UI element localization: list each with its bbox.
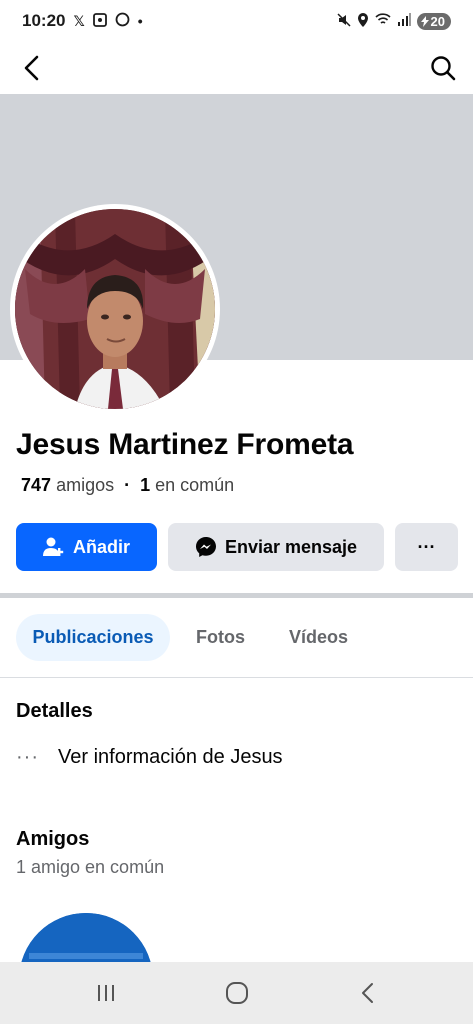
tab-fotos[interactable]: Fotos: [196, 614, 245, 661]
profile-photo: [15, 209, 215, 409]
charging-icon: [420, 15, 429, 27]
friends-subtitle: 1 amigo en común: [16, 857, 165, 877]
add-friend-label: Añadir: [72, 536, 130, 557]
status-left: 10:20 𝕏 •: [22, 11, 143, 31]
recent-apps-button[interactable]: [76, 973, 136, 1013]
section-divider: [0, 593, 473, 598]
system-back-icon: [361, 983, 373, 1003]
mute-icon: [337, 12, 351, 30]
see-info-label: Ver información de Jesus: [58, 746, 283, 768]
system-back-button[interactable]: [338, 973, 398, 1013]
friends-label: amigos: [56, 475, 115, 495]
x-app-icon: 𝕏: [73, 12, 85, 29]
search-icon: [431, 56, 456, 81]
whatsapp-icon: [115, 12, 130, 30]
separator-dot: ·: [124, 475, 131, 495]
status-time: 10:20: [22, 11, 66, 30]
details-title: Detalles: [16, 700, 93, 722]
search-button[interactable]: [425, 50, 461, 86]
tabs-divider: [0, 677, 473, 678]
friends-link[interactable]: 747 amigos: [21, 475, 114, 496]
more-options-icon: ···: [417, 536, 436, 557]
status-bar: 10:20 𝕏 • 20: [0, 0, 473, 42]
battery-level: 20: [430, 13, 445, 29]
add-friend-icon: [42, 537, 64, 556]
signal-icon: [397, 13, 411, 29]
friends-count: 747: [21, 475, 52, 495]
mutual-friends-link[interactable]: 1 en común: [140, 475, 234, 496]
messenger-icon: [195, 537, 216, 557]
recent-apps-icon: [97, 985, 114, 1001]
location-icon: [357, 12, 369, 30]
add-friend-button[interactable]: Añadir: [16, 523, 157, 571]
profile-name: Jesus Martinez Frometa: [16, 428, 354, 461]
notification-dot-icon: •: [137, 13, 143, 29]
back-arrow-icon: [24, 55, 39, 81]
wifi-icon: [374, 13, 391, 29]
app-bar: [0, 44, 473, 92]
see-info-row[interactable]: ··· Ver información de Jesus: [16, 746, 283, 769]
screenshot-icon: [92, 12, 107, 30]
friends-summary: 747 amigos · 1 en común: [21, 475, 234, 496]
status-right: 20: [337, 12, 451, 30]
profile-avatar[interactable]: [10, 204, 220, 414]
mutual-count: 1: [140, 475, 151, 495]
home-button[interactable]: [207, 973, 267, 1013]
send-message-button[interactable]: Enviar mensaje: [168, 523, 384, 571]
tab-videos[interactable]: Vídeos: [289, 614, 348, 661]
tab-publicaciones[interactable]: Publicaciones: [16, 614, 170, 661]
back-button[interactable]: [14, 50, 50, 86]
battery-indicator: 20: [416, 12, 451, 30]
more-options-button[interactable]: ···: [395, 523, 458, 571]
system-nav-bar: [0, 962, 473, 1024]
more-dots-icon: ···: [16, 746, 39, 768]
friends-title: Amigos: [16, 828, 90, 850]
send-message-label: Enviar mensaje: [224, 536, 358, 557]
home-icon: [225, 982, 248, 1004]
mutual-label: en común: [155, 475, 235, 495]
